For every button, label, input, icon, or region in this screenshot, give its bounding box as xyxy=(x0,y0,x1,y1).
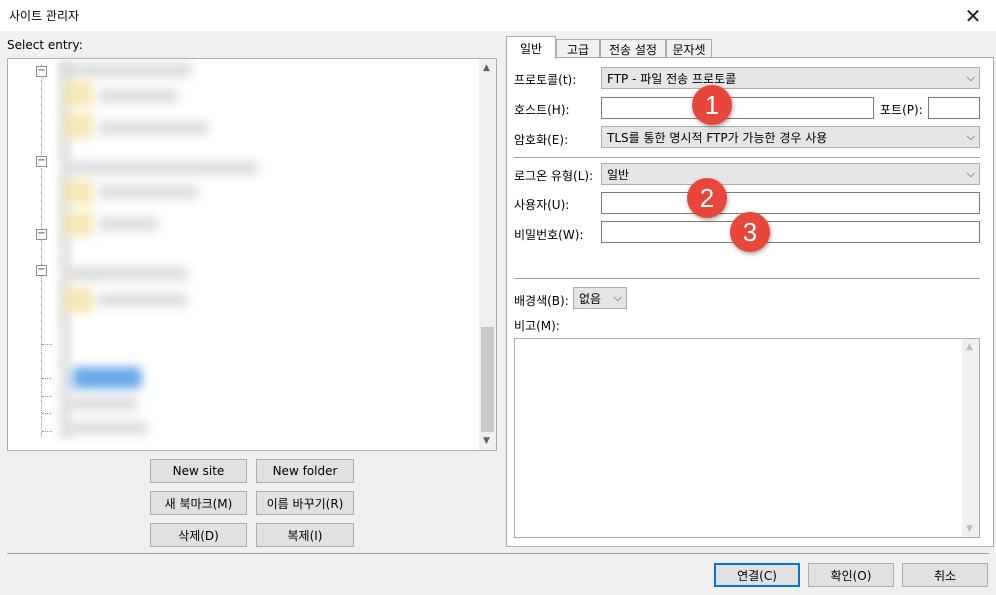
tree-connector xyxy=(42,413,52,414)
rename-button[interactable]: 이름 바꾸기(R) xyxy=(256,491,354,515)
tab-charset[interactable]: 문자셋 xyxy=(666,39,712,58)
comments-textarea[interactable]: ▲ ▼ xyxy=(514,338,980,538)
new-folder-button[interactable]: New folder xyxy=(256,459,354,483)
chevron-down-icon: ⌵ xyxy=(613,291,622,304)
password-label: 비밀번호(W): xyxy=(514,228,584,242)
title-bar: 사이트 관리자 ✕ xyxy=(0,0,996,31)
protocol-value: FTP - 파일 전송 프로토콜 xyxy=(607,71,737,86)
tab-advanced[interactable]: 고급 xyxy=(556,39,600,58)
divider xyxy=(514,157,980,158)
encryption-label: 암호화(E): xyxy=(514,133,569,147)
delete-button[interactable]: 삭제(D) xyxy=(150,523,247,547)
new-site-button[interactable]: New site xyxy=(150,459,247,483)
user-input[interactable] xyxy=(601,192,980,214)
annotation-badge-1: 1 xyxy=(692,85,732,125)
blurred-tree-entries xyxy=(58,61,268,439)
tree-collapse-icon[interactable]: − xyxy=(36,229,47,240)
tree-connector xyxy=(42,344,52,345)
ok-button[interactable]: 확인(O) xyxy=(808,563,894,587)
duplicate-button[interactable]: 복제(I) xyxy=(256,523,354,547)
host-label: 호스트(H): xyxy=(514,103,570,117)
chevron-down-icon: ⌵ xyxy=(966,130,975,143)
scroll-up-icon[interactable]: ▲ xyxy=(483,63,490,73)
chevron-down-icon: ⌵ xyxy=(966,167,975,180)
password-input[interactable] xyxy=(601,221,980,243)
protocol-label: 프로토콜(t): xyxy=(514,73,577,87)
close-icon[interactable]: ✕ xyxy=(950,0,996,31)
connect-button[interactable]: 연결(C) xyxy=(714,563,800,587)
tree-connector xyxy=(42,431,52,432)
annotation-badge-2: 2 xyxy=(687,178,727,218)
port-label: 포트(P): xyxy=(880,103,923,117)
scroll-down-icon: ▼ xyxy=(966,524,973,534)
tree-collapse-icon[interactable]: − xyxy=(36,265,47,276)
bgcolor-label: 배경색(B): xyxy=(514,294,569,308)
port-input[interactable] xyxy=(928,97,980,119)
tree-collapse-icon[interactable]: − xyxy=(36,66,47,77)
scroll-down-icon[interactable]: ▼ xyxy=(483,436,490,446)
annotation-badge-3: 3 xyxy=(730,212,770,252)
tree-collapse-icon[interactable]: − xyxy=(36,156,47,167)
tree-connector xyxy=(42,378,52,379)
scroll-up-icon: ▲ xyxy=(966,342,973,352)
tree-connector xyxy=(42,396,52,397)
logon-type-label: 로그온 유형(L): xyxy=(514,169,594,183)
comments-label: 비고(M): xyxy=(514,319,560,333)
footer-divider xyxy=(7,553,989,554)
tree-scrollbar[interactable]: ▲ ▼ xyxy=(479,59,496,450)
host-input[interactable] xyxy=(601,97,874,119)
tab-general[interactable]: 일반 xyxy=(506,36,556,59)
cancel-button[interactable]: 취소 xyxy=(902,563,988,587)
chevron-down-icon: ⌵ xyxy=(966,71,975,84)
window-title: 사이트 관리자 xyxy=(9,9,80,23)
protocol-select[interactable]: FTP - 파일 전송 프로토콜 ⌵ xyxy=(601,67,980,89)
logon-type-value: 일반 xyxy=(607,167,630,182)
logon-type-select[interactable]: 일반 ⌵ xyxy=(601,163,980,185)
new-bookmark-button[interactable]: 새 북마크(M) xyxy=(150,491,247,515)
tree-guide-line xyxy=(41,65,42,437)
tab-transfer-settings[interactable]: 전송 설정 xyxy=(600,39,666,58)
general-tab-panel: 프로토콜(t): FTP - 파일 전송 프로토콜 ⌵ 호스트(H): 포트(P… xyxy=(506,57,994,547)
bgcolor-value: 없음 xyxy=(579,291,602,306)
encryption-value: TLS를 통한 명시적 FTP가 가능한 경우 사용 xyxy=(607,130,828,145)
encryption-select[interactable]: TLS를 통한 명시적 FTP가 가능한 경우 사용 ⌵ xyxy=(601,126,980,148)
site-tree[interactable]: − − − − ▲ ▼ xyxy=(7,58,497,451)
user-label: 사용자(U): xyxy=(514,198,570,212)
scroll-thumb[interactable] xyxy=(481,327,494,432)
comments-scrollbar[interactable]: ▲ ▼ xyxy=(962,339,979,537)
select-entry-label: Select entry: xyxy=(7,38,83,52)
divider xyxy=(514,278,980,279)
bgcolor-select[interactable]: 없음 ⌵ xyxy=(573,287,627,309)
